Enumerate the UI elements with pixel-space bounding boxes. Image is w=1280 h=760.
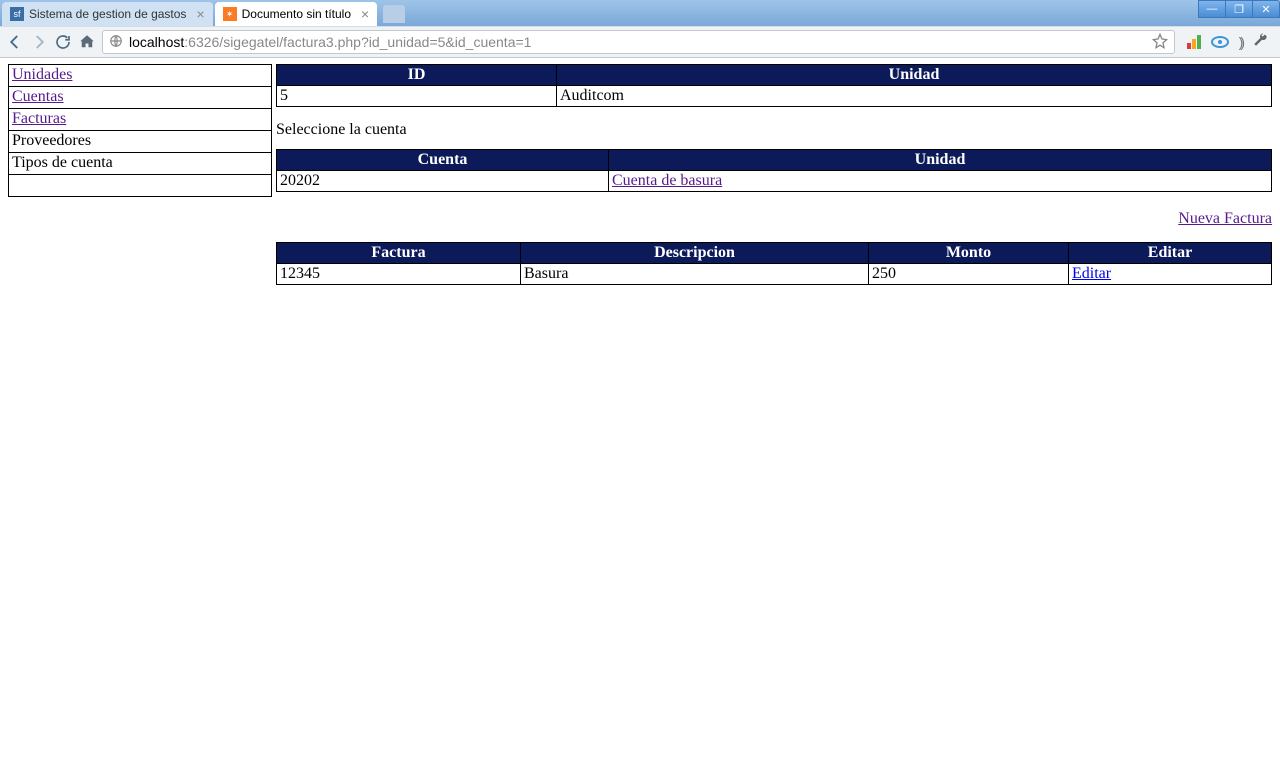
sidebar-item-facturas[interactable]: Facturas — [9, 109, 272, 131]
new-tab-button[interactable] — [383, 5, 405, 23]
url-input[interactable]: localhost:6326/sigegatel/factura3.php?id… — [102, 30, 1175, 54]
window-controls: — ❐ ✕ — [1199, 0, 1280, 18]
sidebar-link-facturas[interactable]: Facturas — [12, 110, 66, 127]
close-tab-icon[interactable]: × — [196, 7, 204, 21]
factura-monto-cell: 250 — [869, 264, 1069, 285]
factura-editar-cell: Editar — [1069, 264, 1272, 285]
cuenta-link[interactable]: Cuenta de basura — [612, 172, 722, 189]
browser-tab-inactive[interactable]: sf Sistema de gestion de gastos × — [2, 2, 213, 26]
table-row: 12345 Basura 250 Editar — [277, 264, 1272, 285]
wave-icon[interactable]: )) — [1239, 34, 1242, 50]
bookmark-star-icon[interactable] — [1152, 33, 1168, 52]
close-window-button[interactable]: ✕ — [1252, 0, 1280, 18]
close-tab-icon[interactable]: × — [361, 7, 369, 21]
favicon-sf: sf — [10, 7, 24, 21]
cuenta-number-cell: 20202 — [277, 171, 609, 192]
unit-table: ID Unidad 5 Auditcom — [276, 64, 1272, 107]
select-account-prompt: Seleccione la cuenta — [276, 121, 1272, 139]
unit-table-header-id: ID — [277, 65, 557, 86]
sidebar-item-empty — [9, 175, 272, 197]
browser-tab-active[interactable]: ✶ Documento sin título × — [215, 2, 378, 26]
page-content: Unidades Cuentas Facturas Proveedores Ti… — [0, 58, 1280, 291]
new-factura-link[interactable]: Nueva Factura — [1178, 210, 1272, 227]
sidebar-item-cuentas[interactable]: Cuentas — [9, 87, 272, 109]
cuenta-table-header-unidad: Unidad — [609, 150, 1272, 171]
home-button[interactable] — [78, 33, 96, 51]
unit-name-cell: Auditcom — [557, 86, 1272, 107]
unit-table-header-unidad: Unidad — [557, 65, 1272, 86]
wrench-icon[interactable] — [1252, 32, 1268, 53]
main-area: ID Unidad 5 Auditcom Seleccione la cuent… — [276, 64, 1272, 285]
address-bar: localhost:6326/sigegatel/factura3.php?id… — [0, 26, 1280, 58]
reload-button[interactable] — [54, 33, 72, 51]
sidebar-item-tipos-cuenta[interactable]: Tipos de cuenta — [9, 153, 272, 175]
sidebar: Unidades Cuentas Facturas Proveedores Ti… — [8, 64, 272, 197]
tab-title: Documento sin título — [242, 7, 351, 21]
maximize-button[interactable]: ❐ — [1225, 0, 1253, 18]
factura-desc-cell: Basura — [521, 264, 869, 285]
url-text: localhost:6326/sigegatel/factura3.php?id… — [129, 34, 531, 50]
sidebar-item-unidades[interactable]: Unidades — [9, 65, 272, 87]
minimize-button[interactable]: — — [1198, 0, 1226, 18]
editar-link[interactable]: Editar — [1072, 265, 1111, 282]
factura-header-factura: Factura — [277, 243, 521, 264]
eye-icon[interactable] — [1211, 36, 1229, 48]
sidebar-nav-table: Unidades Cuentas Facturas Proveedores Ti… — [8, 64, 272, 197]
factura-table: Factura Descripcion Monto Editar 12345 B… — [276, 242, 1272, 285]
factura-header-descripcion: Descripcion — [521, 243, 869, 264]
globe-icon — [109, 34, 123, 51]
toolbar-right: )) — [1181, 32, 1274, 53]
unit-id-cell: 5 — [277, 86, 557, 107]
signal-bars-icon[interactable] — [1187, 35, 1201, 49]
factura-number-cell: 12345 — [277, 264, 521, 285]
cuenta-unidad-cell: Cuenta de basura — [609, 171, 1272, 192]
new-factura-row: Nueva Factura — [276, 210, 1272, 228]
cuenta-table: Cuenta Unidad 20202 Cuenta de basura — [276, 149, 1272, 192]
table-row: 20202 Cuenta de basura — [277, 171, 1272, 192]
forward-button[interactable] — [30, 33, 48, 51]
factura-header-monto: Monto — [869, 243, 1069, 264]
favicon-xampp: ✶ — [223, 7, 237, 21]
tab-title: Sistema de gestion de gastos — [29, 7, 186, 21]
factura-header-editar: Editar — [1069, 243, 1272, 264]
back-button[interactable] — [6, 33, 24, 51]
sidebar-link-cuentas[interactable]: Cuentas — [12, 88, 64, 105]
sidebar-link-unidades[interactable]: Unidades — [12, 66, 72, 83]
table-row: 5 Auditcom — [277, 86, 1272, 107]
browser-tab-strip: sf Sistema de gestion de gastos × ✶ Docu… — [0, 0, 1280, 26]
cuenta-table-header-cuenta: Cuenta — [277, 150, 609, 171]
sidebar-item-proveedores[interactable]: Proveedores — [9, 131, 272, 153]
